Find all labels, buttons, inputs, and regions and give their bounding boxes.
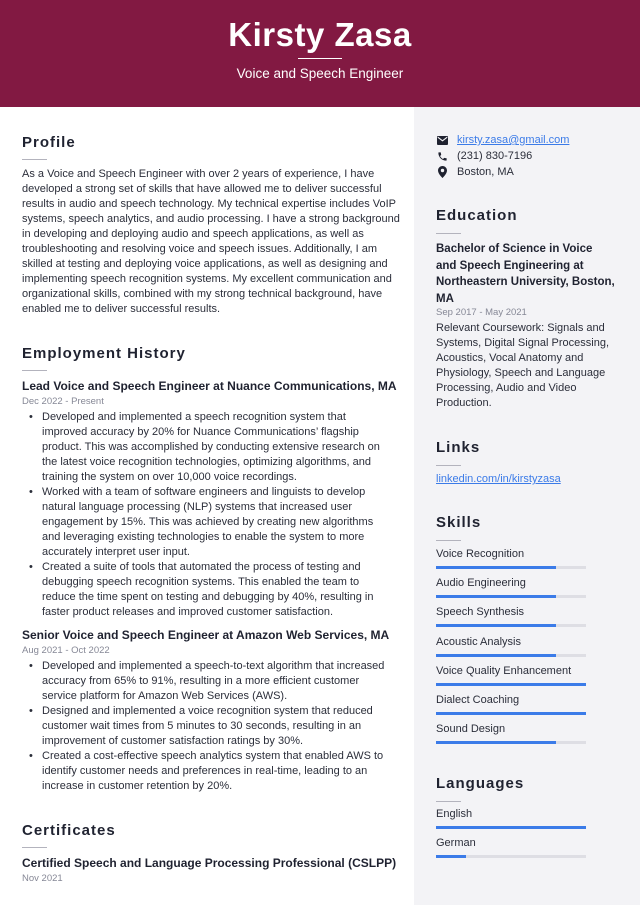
skill-level-fill — [436, 566, 556, 569]
skill-name: Dialect Coaching — [436, 694, 520, 706]
education-degree: Bachelor of Science in Voice and Speech … — [436, 241, 626, 307]
phone-number: (231) 830-7196 — [457, 150, 533, 162]
coursework-line: Physiology, Speech and Language — [436, 367, 606, 379]
header-divider — [298, 58, 342, 59]
skill-level-fill — [436, 624, 556, 628]
skill-level-fill — [436, 595, 556, 599]
links-divider — [436, 465, 461, 466]
skills-divider — [436, 540, 461, 541]
phone-icon — [436, 150, 448, 162]
profile-heading: Profile — [22, 134, 76, 151]
degree-line: Northeastern University, Boston, — [436, 276, 615, 288]
location: Boston, MA — [457, 166, 514, 178]
map-pin-icon — [436, 166, 448, 178]
skill-level-fill — [436, 682, 586, 686]
degree-line: MA — [436, 292, 454, 305]
certificate-title: Certified Speech and Language Processing… — [22, 856, 397, 870]
languages-divider — [436, 801, 461, 802]
profile-line: results in audio and speech technology. … — [22, 198, 397, 210]
education-divider — [436, 233, 461, 234]
coursework-line: Acoustics, Vocal Anatomy and — [436, 352, 584, 364]
language-name: German — [436, 837, 476, 850]
candidate-job-title: Voice and Speech Engineer — [236, 66, 404, 81]
profile-summary: As a Voice and Speech Engineer with over… — [22, 167, 402, 317]
skill-level-bar — [436, 595, 586, 599]
skill-level-fill — [436, 712, 586, 715]
skill-level-bar — [436, 741, 586, 745]
skill-name: Sound Design — [436, 723, 506, 736]
skill-name: Voice Quality Enhancement — [436, 664, 572, 677]
linkedin-link[interactable]: linkedin.com/in/kirstyzasa — [436, 473, 561, 485]
certificate-date: Nov 2021 — [22, 873, 63, 884]
job-bullet: Created a suite of tools that automated … — [22, 560, 394, 620]
job-dates: Dec 2022 - Present — [22, 396, 104, 407]
language-level-fill — [436, 826, 586, 829]
profile-line: developed a strong set of skills that ha… — [22, 183, 382, 195]
envelope-icon — [436, 134, 448, 146]
employment-heading: Employment History — [22, 345, 186, 362]
profile-line: in developing and deploying audio and sp… — [22, 228, 364, 240]
skill-level-fill — [436, 653, 556, 657]
certificates-divider — [22, 847, 47, 848]
profile-line: systems, speech analytics, and audio pro… — [22, 213, 400, 225]
job-bullet: Developed and implemented a speech recog… — [22, 410, 394, 485]
email-link[interactable]: kirsty.zasa@gmail.com — [457, 134, 569, 146]
certificates-heading: Certificates — [22, 822, 116, 839]
skill-level-fill — [436, 741, 556, 745]
contact-phone: (231) 830-7196 — [436, 150, 532, 162]
degree-line: and Speech Engineering at — [436, 259, 584, 272]
skills-heading: Skills — [436, 514, 482, 531]
skill-name: Voice Recognition — [436, 548, 525, 560]
skill-level-bar — [436, 682, 586, 686]
skill-name: Acoustic Analysis — [436, 635, 521, 648]
job-bullet: Worked with a team of software engineers… — [22, 485, 394, 560]
job-bullet: Developed and implemented a speech-to-te… — [22, 659, 394, 704]
degree-line: Bachelor of Science in Voice — [436, 243, 593, 255]
coursework-line: Relevant Coursework: Signals and — [436, 322, 605, 334]
language-level-fill — [436, 855, 466, 859]
job-title: Senior Voice and Speech Engineer at Amaz… — [22, 628, 390, 642]
job-bullets: Developed and implemented a speech recog… — [22, 410, 394, 620]
contact-email: kirsty.zasa@gmail.com — [436, 134, 569, 146]
profile-line: As a Voice and Speech Engineer with over… — [22, 168, 375, 180]
education-coursework: Relevant Coursework: Signals and Systems… — [436, 321, 626, 411]
contact-location: Boston, MA — [436, 166, 514, 178]
candidate-name: Kirsty Zasa — [228, 16, 412, 53]
education-heading: Education — [436, 207, 518, 224]
job-bullets: Developed and implemented a speech-to-te… — [22, 659, 394, 794]
skill-level-bar — [436, 653, 586, 657]
education-dates: Sep 2017 - May 2021 — [436, 307, 527, 318]
employment-divider — [22, 370, 47, 371]
job-title: Lead Voice and Speech Engineer at Nuance… — [22, 379, 397, 393]
profile-line: implementing speech recognition systems.… — [22, 273, 392, 285]
language-name: English — [436, 808, 473, 820]
skill-level-bar — [436, 712, 586, 715]
profile-line: organizational skills, combined with my … — [22, 288, 383, 300]
skill-name: Audio Engineering — [436, 577, 526, 590]
language-level-bar — [436, 855, 586, 859]
coursework-line: Production. — [436, 397, 492, 409]
profile-line: enabled me to deliver successful results… — [22, 303, 221, 315]
links-heading: Links — [436, 439, 481, 456]
profile-line: troubleshooting and resolving voice and … — [22, 243, 378, 255]
skill-level-bar — [436, 624, 586, 628]
skill-name: Speech Synthesis — [436, 606, 525, 619]
profile-line: skilled at testing and deploying voice a… — [22, 258, 388, 270]
job-bullet: Created a cost-effective speech analytic… — [22, 749, 394, 794]
skill-level-bar — [436, 566, 586, 569]
job-bullet: Designed and implemented a voice recogni… — [22, 704, 394, 749]
coursework-line: Processing, Audio and Video — [436, 382, 577, 394]
language-level-bar — [436, 826, 586, 829]
profile-divider — [22, 159, 47, 160]
coursework-line: Systems, Digital Signal Processing, — [436, 337, 610, 349]
resume-header: Kirsty Zasa Voice and Speech Engineer — [0, 0, 640, 107]
languages-heading: Languages — [436, 775, 525, 792]
job-dates: Aug 2021 - Oct 2022 — [22, 645, 110, 656]
